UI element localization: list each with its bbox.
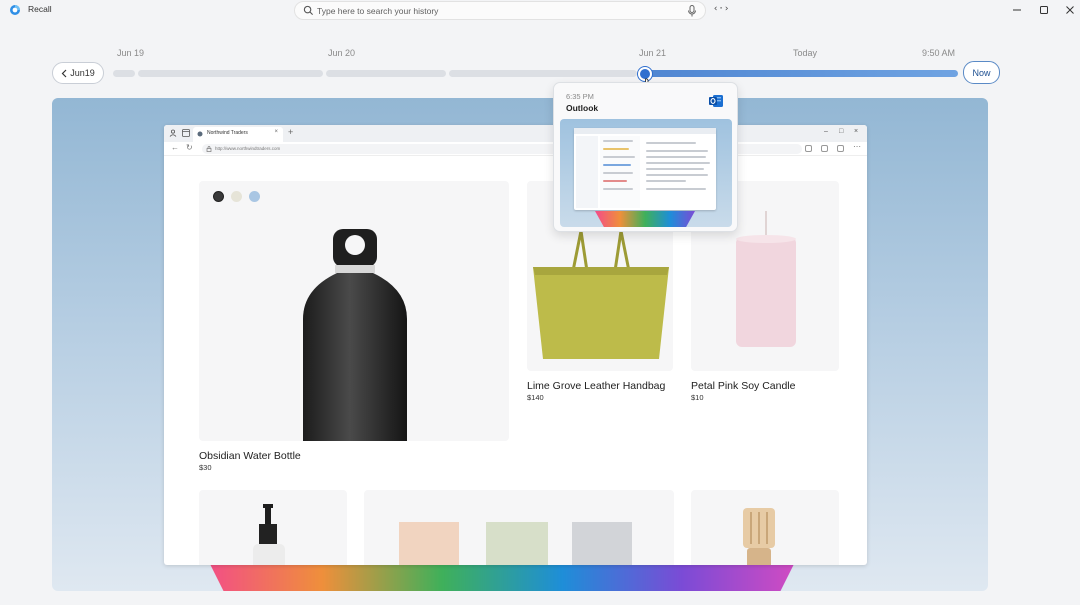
- handbag-image: [533, 231, 669, 359]
- maximize-icon: [1040, 6, 1048, 14]
- color-swatch[interactable]: [249, 191, 260, 202]
- product-price: $10: [691, 393, 704, 402]
- product-card[interactable]: [199, 181, 509, 441]
- code-view-button[interactable]: ‹·›: [713, 4, 729, 14]
- profile-icon[interactable]: [169, 129, 177, 137]
- site-favicon-icon: [197, 131, 203, 137]
- browser-window[interactable]: Northwind Traders × + – □ × ← ↻ http://w…: [164, 125, 867, 565]
- reader-icon[interactable]: [805, 145, 812, 152]
- timeline-date: Today: [793, 48, 818, 58]
- outlook-window-preview: [574, 128, 716, 210]
- timeline-segment-active[interactable]: [645, 70, 958, 77]
- product-name[interactable]: Obsidian Water Bottle: [199, 450, 301, 462]
- now-label: Now: [972, 67, 991, 78]
- close-button[interactable]: [1063, 3, 1077, 17]
- tab-actions-icon[interactable]: [182, 129, 190, 137]
- maximize-button[interactable]: [1037, 3, 1051, 17]
- title-bar: Recall ‹·›: [0, 0, 1080, 22]
- browser-tab-bar: Northwind Traders × + – □ ×: [164, 125, 867, 142]
- color-swatch[interactable]: [213, 191, 224, 202]
- product-card[interactable]: [364, 490, 674, 565]
- timeline-date: Jun 20: [328, 48, 356, 58]
- browser-maximize-icon[interactable]: □: [839, 128, 843, 135]
- wallpaper-bloom: [595, 211, 695, 227]
- browser-close-icon[interactable]: ×: [854, 128, 858, 135]
- minimize-icon: [1013, 9, 1021, 11]
- candle-image: [736, 211, 796, 347]
- tooltip-thumbnail[interactable]: [560, 119, 732, 227]
- minimize-button[interactable]: [1010, 3, 1024, 17]
- product-price: $30: [199, 463, 212, 472]
- lotion-bottle-image: [253, 504, 285, 565]
- chevron-left-icon: [61, 69, 67, 77]
- now-button[interactable]: Now: [963, 61, 1000, 84]
- timeline-time: 9:50 AM: [922, 48, 956, 58]
- lock-icon: [206, 146, 212, 152]
- search-icon: [303, 5, 314, 16]
- soap-image: [486, 522, 548, 565]
- timeline-segment[interactable]: [326, 70, 446, 77]
- back-date-label: Jun19: [70, 68, 95, 78]
- browser-address-bar: ← ↻ http://www.northwindtraders.com ⋯: [164, 142, 867, 156]
- timeline-segment[interactable]: [449, 70, 637, 77]
- product-price: $140: [527, 393, 544, 402]
- browser-minimize-icon[interactable]: –: [824, 128, 828, 135]
- close-icon: [1066, 6, 1074, 14]
- soap-image: [399, 522, 459, 565]
- tab-close-icon[interactable]: ×: [274, 129, 278, 135]
- browser-tab[interactable]: Northwind Traders ×: [193, 127, 283, 142]
- browser-refresh-icon[interactable]: ↻: [186, 143, 193, 152]
- search-input[interactable]: [317, 4, 677, 18]
- brush-image: [743, 508, 775, 565]
- browser-back-icon[interactable]: ←: [171, 143, 179, 152]
- back-date-button[interactable]: Jun19: [52, 62, 104, 84]
- soap-image: [572, 522, 632, 565]
- tooltip-app-name: Outlook: [566, 103, 599, 113]
- timeline-date: Jun 21: [639, 48, 667, 58]
- new-tab-button[interactable]: +: [288, 127, 293, 137]
- browser-tab-title: Northwind Traders: [207, 130, 248, 136]
- water-bottle-image: [303, 229, 407, 441]
- outlook-icon: [709, 95, 723, 107]
- url-text: http://www.northwindtraders.com: [215, 146, 281, 151]
- product-card[interactable]: [199, 490, 347, 565]
- more-icon[interactable]: ⋯: [853, 142, 861, 151]
- search-box[interactable]: [294, 1, 706, 20]
- timeline-date: Jun 19: [117, 48, 145, 58]
- recall-logo-icon: [10, 5, 20, 15]
- snapshot-preview[interactable]: Northwind Traders × + – □ × ← ↻ http://w…: [52, 98, 988, 591]
- collections-icon[interactable]: [837, 145, 844, 152]
- timeline-segment[interactable]: [138, 70, 323, 77]
- color-swatch[interactable]: [231, 191, 242, 202]
- product-name[interactable]: Petal Pink Soy Candle: [691, 380, 795, 392]
- app-title: Recall: [28, 4, 52, 14]
- snapshot-tooltip[interactable]: 6:35 PM Outlook: [553, 82, 738, 232]
- microphone-icon[interactable]: [687, 5, 697, 17]
- product-name[interactable]: Lime Grove Leather Handbag: [527, 380, 665, 392]
- favorites-icon[interactable]: [821, 145, 828, 152]
- product-card[interactable]: [691, 490, 839, 565]
- timeline-segment[interactable]: [113, 70, 135, 77]
- tooltip-time: 6:35 PM: [566, 92, 594, 101]
